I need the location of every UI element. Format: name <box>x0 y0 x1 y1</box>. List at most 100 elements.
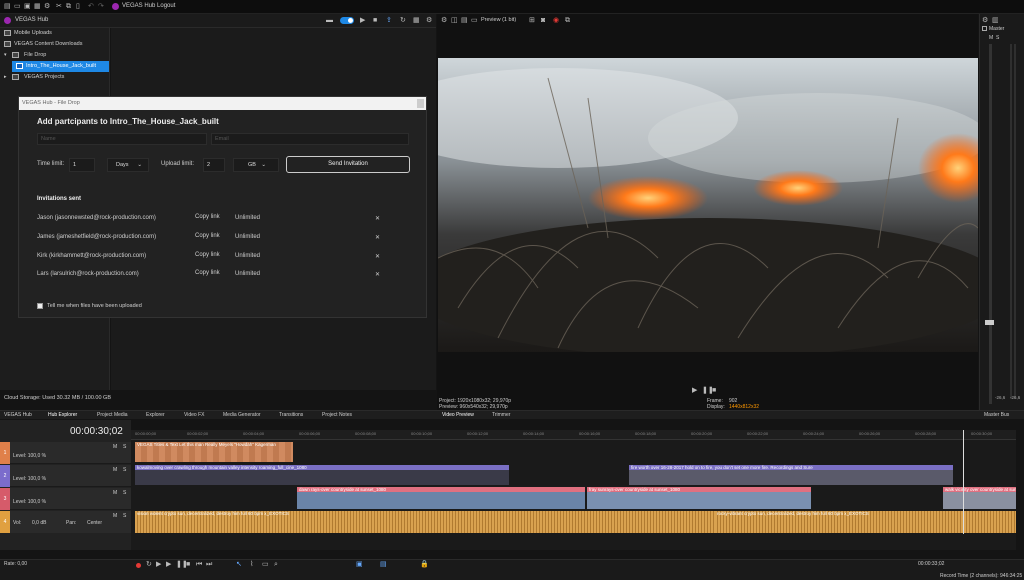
playhead-cursor[interactable] <box>963 430 964 534</box>
overlay-icon[interactable]: ▤ <box>461 17 468 25</box>
zoom-tool-icon[interactable]: ⌕ <box>274 561 278 569</box>
tab-video-preview[interactable]: Video Preview <box>442 411 474 419</box>
remove-close-icon[interactable]: ✕ <box>375 253 380 260</box>
fader-track[interactable] <box>989 44 992 404</box>
video-clip[interactable]: dawn rays-over countryside at sunset_108… <box>297 487 585 509</box>
tab-explorer[interactable]: Explorer <box>146 411 165 419</box>
track-mute-button[interactable]: M <box>113 490 117 496</box>
upload-unit-select[interactable]: GB ⌄ <box>233 158 279 172</box>
audio-track-header[interactable]: 4 Vol: 0,0 dB Pan: Center M S <box>0 511 131 533</box>
open-folder-icon[interactable]: ▭ <box>14 3 21 11</box>
vol-value[interactable]: 0,0 dB <box>32 520 46 526</box>
stop-icon[interactable]: ■ <box>186 561 190 569</box>
external-monitor-icon[interactable]: ▭ <box>471 17 478 25</box>
title-clip[interactable]: VEGAS Titles & Text Let this man Really … <box>135 442 293 462</box>
track-mute-button[interactable]: M <box>113 467 117 473</box>
video-track-header[interactable]: 1 Level: 100,0 % M S <box>0 442 131 464</box>
gear-icon[interactable]: ⚙ <box>426 17 432 25</box>
remove-close-icon[interactable]: ✕ <box>375 271 380 278</box>
master-solo-button[interactable]: S <box>996 35 999 41</box>
tab-vegas-hub[interactable]: VEGAS Hub <box>4 411 32 419</box>
go-to-end-icon[interactable]: ⏭ <box>206 561 212 569</box>
master-mute-button[interactable]: M <box>989 35 993 41</box>
tree-item-mobile-uploads[interactable]: Mobile Uploads <box>0 28 109 39</box>
paste-icon[interactable]: ▯ <box>76 3 80 11</box>
record-icon[interactable]: ◉ <box>553 17 559 25</box>
auto-ripple-icon[interactable]: ▤ <box>380 561 387 569</box>
track-mute-button[interactable]: M <box>113 444 117 450</box>
pan-value[interactable]: Center <box>87 520 102 526</box>
save-icon[interactable]: ▣ <box>24 3 31 11</box>
upload-limit-input[interactable]: 2 <box>203 158 225 172</box>
chevron-right-icon[interactable]: ▸ <box>4 72 7 83</box>
app-title[interactable]: VEGAS Hub Logout <box>122 3 175 9</box>
email-input[interactable]: Email <box>211 133 409 145</box>
gear-icon[interactable]: ⚙ <box>982 17 988 25</box>
video-clip[interactable]: fray sunrays-over countryside at sunset_… <box>587 487 811 509</box>
copy-link-button[interactable]: Copy link <box>195 214 220 220</box>
loop-icon[interactable]: ↻ <box>146 561 152 569</box>
undo-icon[interactable]: ↶ <box>88 3 94 11</box>
envelope-tool-icon[interactable]: ⌇ <box>250 561 253 569</box>
track-mute-button[interactable]: M <box>113 513 117 519</box>
sync-toggle[interactable] <box>340 17 354 24</box>
settings-icon[interactable]: ⚙ <box>44 3 50 11</box>
send-invitation-button[interactable]: Send Invitation <box>286 156 410 173</box>
track-solo-button[interactable]: S <box>123 513 126 519</box>
audio-clip[interactable]: rocky-vibrant crypto sun, decentralized,… <box>715 511 1016 533</box>
tab-project-notes[interactable]: Project Notes <box>322 411 352 419</box>
refresh-icon[interactable]: ↻ <box>400 17 406 25</box>
video-clip[interactable]: kowalmoving over crawling through mounta… <box>135 465 509 485</box>
audio-clip[interactable]: vision violent crypto sun, decentralized… <box>135 511 715 533</box>
video-track-header[interactable]: 3 Level: 100,0 % M S <box>0 488 131 510</box>
tree-item-content-downloads[interactable]: VEGAS Content Downloads <box>0 39 109 50</box>
tree-item-file-drop[interactable]: ▾ File Drop <box>0 50 109 61</box>
tab-master-bus[interactable]: Master Bus <box>984 411 1009 419</box>
video-clip[interactable]: walk vicinity over countryside at sunset… <box>943 487 1016 509</box>
master-select-icon[interactable] <box>982 26 987 31</box>
split-icon[interactable]: ◫ <box>451 17 458 25</box>
share-icon[interactable]: ⇪ <box>386 17 392 25</box>
stop-icon[interactable]: ■ <box>712 387 716 395</box>
tab-trimmer[interactable]: Trimmer <box>492 411 510 419</box>
tree-item-intro-project[interactable]: Intro_The_House_Jack_built <box>12 61 109 72</box>
tab-video-fx[interactable]: Video FX <box>184 411 204 419</box>
copy-link-button[interactable]: Copy link <box>195 270 220 276</box>
tree-item-vegas-projects[interactable]: ▸ VEGAS Projects <box>0 72 109 83</box>
remove-close-icon[interactable]: ✕ <box>375 215 380 222</box>
track-solo-button[interactable]: S <box>123 467 126 473</box>
snapping-icon[interactable]: ▣ <box>356 561 363 569</box>
copy-snapshot-icon[interactable]: ⧉ <box>565 17 570 25</box>
tab-media-generator[interactable]: Media Generator <box>223 411 261 419</box>
selection-tool-icon[interactable]: ▭ <box>262 561 269 569</box>
edit-tool-icon[interactable]: ↖ <box>236 561 242 569</box>
stop-icon[interactable]: ■ <box>373 17 377 25</box>
copy-link-button[interactable]: Copy link <box>195 233 220 239</box>
dialog-scrollbar[interactable] <box>417 99 424 108</box>
lock-envelopes-icon[interactable]: 🔒 <box>420 561 429 569</box>
chevron-down-icon[interactable]: ▾ <box>4 50 7 61</box>
mixer-icon[interactable]: ▥ <box>992 17 999 25</box>
tab-transitions[interactable]: Transitions <box>279 411 303 419</box>
notify-checkbox[interactable] <box>37 303 43 309</box>
track-solo-button[interactable]: S <box>123 490 126 496</box>
grid-icon[interactable]: ⊞ <box>529 17 535 25</box>
play-icon[interactable]: ▶ <box>360 17 365 25</box>
redo-icon[interactable]: ↷ <box>98 3 104 11</box>
record-icon[interactable] <box>136 563 141 568</box>
play-icon[interactable]: ▶ <box>692 387 697 395</box>
tab-hub-explorer[interactable]: Hub Explorer <box>48 411 77 419</box>
time-unit-select[interactable]: Days ⌄ <box>107 158 149 172</box>
tab-project-media[interactable]: Project Media <box>97 411 128 419</box>
go-to-start-icon[interactable]: ⏮ <box>196 561 202 569</box>
time-ruler[interactable]: 00:00:00;00 00:00:02;00 00:00:04;00 00:0… <box>131 430 1016 440</box>
render-icon[interactable]: ▦ <box>34 3 41 11</box>
copy-icon[interactable]: ⧉ <box>66 3 71 11</box>
preview-quality-select[interactable]: Preview (1 bit) <box>481 17 516 23</box>
video-track-header[interactable]: 2 Level: 100,0 % M S <box>0 465 131 487</box>
name-input[interactable]: Name <box>37 133 207 145</box>
gear-icon[interactable]: ⚙ <box>441 17 447 25</box>
time-limit-input[interactable]: 1 <box>69 158 95 172</box>
play-from-start-icon[interactable]: ▶ <box>156 561 161 569</box>
cut-icon[interactable]: ✂ <box>56 3 62 11</box>
